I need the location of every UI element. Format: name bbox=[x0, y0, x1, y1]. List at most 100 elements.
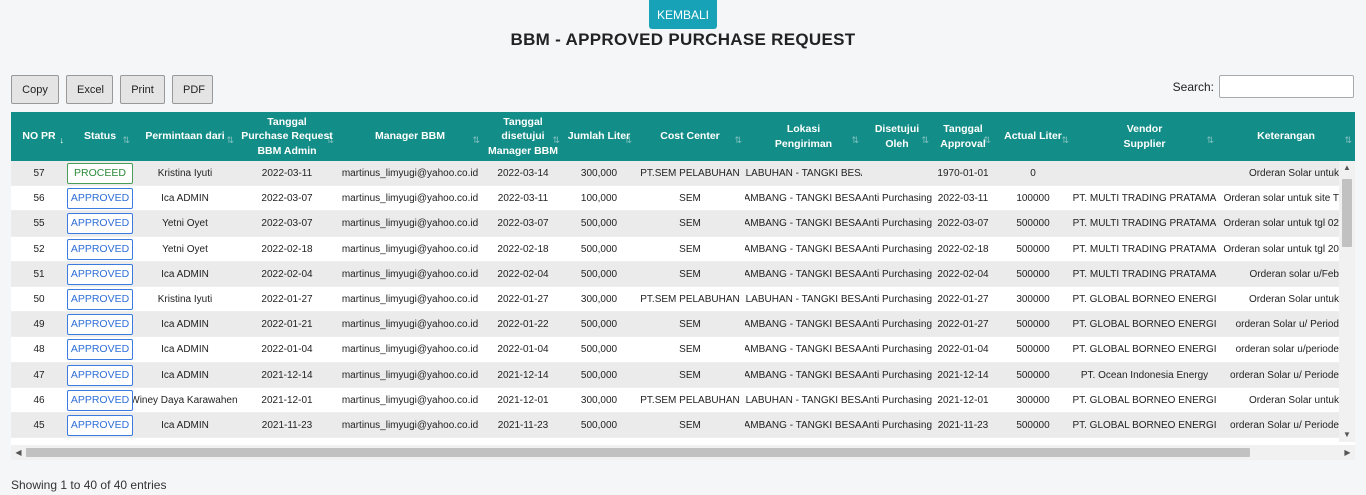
sort-icon[interactable]: ⇅ bbox=[921, 134, 929, 146]
cell-disetujui-oleh: Anti Purchasing bbox=[862, 363, 932, 388]
cell-text: 2022-01-27 bbox=[937, 294, 989, 305]
cell-text: Anti Purchasing bbox=[862, 243, 932, 255]
sort-icon[interactable]: ⇅ bbox=[734, 134, 742, 146]
column-header-lokasi-pengiriman[interactable]: Lokasi Pengiriman ⇅ bbox=[745, 112, 862, 161]
print-button[interactable]: Print bbox=[120, 75, 165, 104]
cell-text: Kristina Iyuti bbox=[157, 168, 213, 179]
cell-text: TAMBANG - TANGKI BESAR bbox=[745, 369, 862, 381]
cell-text: 2022-01-22 bbox=[497, 319, 549, 331]
scroll-right-icon[interactable]: ▶ bbox=[1340, 445, 1355, 460]
status-badge[interactable]: APPROVED bbox=[67, 213, 133, 235]
cell-cost-center: SEM bbox=[635, 211, 745, 236]
status-badge[interactable]: APPROVED bbox=[67, 364, 133, 386]
search-input[interactable] bbox=[1219, 75, 1354, 98]
status-badge[interactable]: APPROVED bbox=[67, 415, 133, 436]
table-row[interactable]: 56 APPROVED Ica ADMIN 2022-03-07 martinus_li… bbox=[11, 186, 1339, 212]
horizontal-scrollbar[interactable]: ◀ ▶ bbox=[11, 445, 1355, 460]
cell-text: TAMBANG - TANGKI BESAR bbox=[745, 243, 862, 255]
table-row[interactable]: 47 APPROVED Ica ADMIN 2021-12-14 martinus_li… bbox=[11, 362, 1339, 388]
sort-icon[interactable]: ⇅ bbox=[1344, 134, 1352, 146]
column-header-tanggal-pr[interactable]: Tanggal Purchase Request BBM Admin ⇅ bbox=[237, 112, 337, 161]
cell-no-pr: 52 bbox=[11, 237, 67, 262]
sort-icon[interactable]: ⇅ bbox=[552, 134, 560, 146]
column-header-no-pr[interactable]: NO PR ↓ bbox=[11, 112, 67, 161]
table-row[interactable]: 46 APPROVED Winey Daya Karawaheni 2021-12-0… bbox=[11, 387, 1339, 413]
cell-tanggal-pr: 2022-03-11 bbox=[237, 161, 337, 186]
cell-text: Orderan solar u/Feb bbox=[1249, 268, 1340, 280]
cell-disetujui-oleh: Anti Purchasing bbox=[862, 237, 932, 262]
table-row[interactable]: 52 APPROVED Yetni Oyet 2022-02-18 martinus_l… bbox=[11, 236, 1339, 262]
table-row[interactable]: 48 APPROVED Ica ADMIN 2022-01-04 martinus_li… bbox=[11, 337, 1339, 363]
sort-icon[interactable]: ⇅ bbox=[1061, 134, 1069, 146]
cell-status: APPROVED bbox=[67, 337, 133, 362]
table-row[interactable]: 50 APPROVED Kristina Iyuti 2022-01-27 martin… bbox=[11, 287, 1339, 313]
cell-text: 2021-11-23 bbox=[497, 420, 549, 431]
table-row[interactable]: 57 PROCEED Kristina Iyuti 2022-03-11 martinu… bbox=[11, 161, 1339, 187]
table-row[interactable]: 51 APPROVED Ica ADMIN 2022-02-04 martinus_li… bbox=[11, 261, 1340, 287]
excel-button[interactable]: Excel bbox=[66, 75, 113, 104]
cell-text: 2022-01-04 bbox=[497, 344, 549, 356]
pdf-button[interactable]: PDF bbox=[172, 75, 213, 104]
horizontal-scroll-thumb[interactable] bbox=[26, 448, 1250, 457]
scroll-left-icon[interactable]: ◀ bbox=[11, 445, 26, 460]
cell-tanggal-approval: 2022-01-27 bbox=[932, 287, 994, 312]
sort-icon[interactable]: ⇅ bbox=[472, 134, 480, 146]
copy-button[interactable]: Copy bbox=[11, 75, 59, 104]
status-badge[interactable]: APPROVED bbox=[67, 188, 133, 210]
cell-jumlah-liter: 500,000 bbox=[563, 413, 635, 438]
cell-disetujui-oleh: Anti Purchasing bbox=[862, 287, 932, 312]
vertical-scrollbar[interactable]: ▲ ▼ bbox=[1339, 161, 1355, 442]
cell-text: martinus_limyugi@yahoo.co.id bbox=[341, 243, 479, 255]
status-badge[interactable]: APPROVED bbox=[67, 339, 133, 361]
cell-status: APPROVED bbox=[67, 388, 133, 413]
sort-icon[interactable]: ⇅ bbox=[624, 134, 632, 146]
column-header-label: Lokasi Pengiriman bbox=[774, 123, 833, 150]
column-header-disetujui-oleh[interactable]: Disetujui Oleh ⇅ bbox=[862, 112, 932, 161]
sort-icon[interactable]: ⇅ bbox=[983, 134, 991, 146]
cell-keterangan: Orderan Solar untuk bbox=[1217, 287, 1339, 312]
status-badge[interactable]: APPROVED bbox=[67, 263, 133, 285]
column-header-keterangan[interactable]: Keterangan ⇅ bbox=[1217, 112, 1355, 161]
cell-text: orderan Solar u/ Periode bbox=[1230, 420, 1339, 431]
cell-text: 500000 bbox=[1016, 420, 1050, 431]
cell-text: Anti Purchasing bbox=[862, 344, 932, 356]
column-header-cost-center[interactable]: Cost Center ⇅ bbox=[635, 112, 745, 161]
column-header-tanggal-disetujui[interactable]: Tanggal disetujui Manager BBM ⇅ bbox=[483, 112, 563, 161]
sort-icon[interactable]: ⇅ bbox=[226, 134, 234, 146]
scroll-up-icon[interactable]: ▲ bbox=[1339, 161, 1355, 175]
vertical-scroll-thumb[interactable] bbox=[1342, 179, 1352, 247]
column-header-actual-liter[interactable]: Actual Liter ⇅ bbox=[994, 112, 1072, 161]
sort-icon[interactable]: ⇅ bbox=[851, 134, 859, 146]
sort-icon[interactable]: ⇅ bbox=[1206, 134, 1214, 146]
cell-text: 2022-03-11 bbox=[261, 168, 313, 179]
cell-text: 300000 bbox=[1016, 394, 1050, 406]
sort-icon[interactable]: ⇅ bbox=[326, 134, 334, 146]
cell-manager-bbm: martinus_limyugi@yahoo.co.id bbox=[337, 211, 483, 236]
column-header-permintaan-dari[interactable]: Permintaan dari ⇅ bbox=[133, 112, 237, 161]
status-badge[interactable]: APPROVED bbox=[67, 289, 133, 310]
column-header-tanggal-approval[interactable]: Tanggal Approval ⇅ bbox=[932, 112, 994, 161]
cell-jumlah-liter: 100,000 bbox=[563, 186, 635, 211]
sort-icon[interactable]: ⇅ bbox=[122, 134, 130, 146]
scroll-down-icon[interactable]: ▼ bbox=[1339, 428, 1355, 442]
status-badge[interactable]: APPROVED bbox=[67, 389, 133, 411]
column-header-status[interactable]: Status ⇅ bbox=[67, 112, 133, 161]
table-row[interactable]: 45 APPROVED Ica ADMIN 2021-11-23 martinus_li… bbox=[11, 413, 1339, 439]
status-badge[interactable]: PROCEED bbox=[67, 163, 133, 184]
table-row[interactable]: 55 APPROVED Yetni Oyet 2022-03-07 martinus_l… bbox=[11, 211, 1339, 237]
cell-text: Ica ADMIN bbox=[161, 319, 209, 331]
column-header-vendor-supplier[interactable]: Vendor Supplier ⇅ bbox=[1072, 112, 1217, 161]
status-badge[interactable]: APPROVED bbox=[67, 238, 133, 260]
column-header-jumlah-liter[interactable]: Jumlah Liter ⇅ bbox=[563, 112, 635, 161]
cell-tanggal-pr: 2021-11-23 bbox=[237, 413, 337, 438]
cell-tanggal-approval: 1970-01-01 bbox=[932, 161, 994, 186]
cell-text: PELABUHAN - TANGKI BESAR bbox=[745, 394, 862, 406]
cell-text: 2022-01-04 bbox=[261, 344, 313, 356]
cell-text: Yetni Oyet bbox=[162, 218, 208, 230]
sort-desc-icon[interactable]: ↓ bbox=[60, 134, 65, 146]
status-badge[interactable]: APPROVED bbox=[67, 314, 133, 336]
column-header-manager-bbm[interactable]: Manager BBM ⇅ bbox=[337, 112, 483, 161]
table-row[interactable]: 49 APPROVED Ica ADMIN 2022-01-21 martinus_li… bbox=[11, 312, 1339, 338]
cell-tanggal-approval: 2022-03-11 bbox=[932, 186, 994, 211]
back-button[interactable]: KEMBALI bbox=[649, 0, 717, 29]
